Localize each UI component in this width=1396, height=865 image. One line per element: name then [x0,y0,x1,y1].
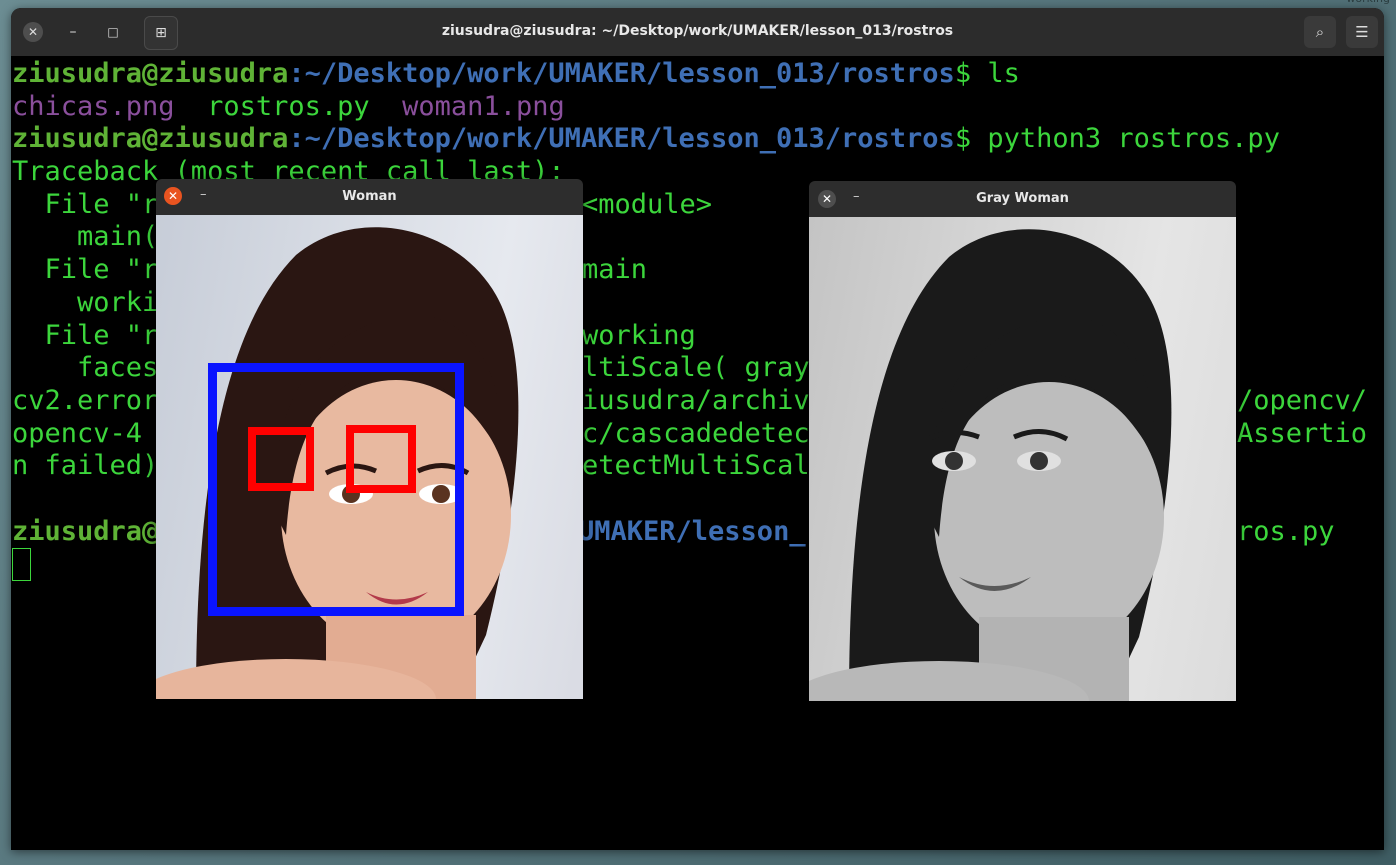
terminal-line: ziusudra@ziusudra:~/Desktop/work/UMAKER/… [12,123,1384,156]
woman-window[interactable]: ✕ – Woman [156,179,583,699]
output-fragment: cv2.error [12,384,159,416]
ls-file: chicas.png [12,90,175,122]
gray-woman-window[interactable]: ✕ – Gray Woman [809,181,1236,701]
output-fragment: <module> [582,188,713,220]
output-fragment: ltiScale( gray [582,352,810,384]
terminal-line: chicas.png rostros.py woman1.png [12,91,1384,124]
ls-file: woman1.png [402,90,565,122]
face-detection-box [208,363,464,616]
prompt-user: ziusudra@ziusudra [12,123,289,155]
output-fragment: ros.py [1237,515,1335,547]
output-fragment: iusudra/archiv [582,384,810,416]
woman-photo [156,215,583,699]
prompt-path: :~/Desktop/work/UMAKER/lesson_013/rostro… [288,123,955,155]
prompt-path: UMAKER/lesson_ [578,515,806,547]
output-fragment: File "r [12,319,159,351]
desktop-corner-label: working [1346,0,1390,5]
prompt-path: :~/Desktop/work/UMAKER/lesson_013/rostro… [288,58,955,89]
prompt-user: ziusudra@ [12,515,159,547]
eye-detection-box [248,427,314,491]
output-fragment: etectMultiScal [582,450,810,482]
output-fragment: File "r [12,188,159,220]
prompt-symbol: $ [954,123,972,155]
prompt-user: ziusudra@ziusudra [12,58,289,89]
hamburger-menu-icon[interactable]: ☰ [1346,16,1378,48]
terminal-cursor [12,548,31,582]
gray-woman-photo [809,217,1236,701]
search-icon[interactable]: ⌕ [1304,16,1336,48]
gray-portrait-graphic [809,229,1172,701]
output-fragment: File "r [12,254,159,286]
command-text: python3 rostros.py [971,123,1280,155]
output-fragment: c/cascadedetec [582,417,810,449]
window-title: Gray Woman [976,191,1069,206]
output-fragment: working [582,319,696,351]
ls-file: rostros.py [207,90,370,122]
terminal-line: ziusudra@ziusudra:~/Desktop/work/UMAKER/… [12,58,1384,91]
output-fragment: faces [12,352,159,384]
woman-titlebar[interactable]: ✕ – Woman [156,179,583,215]
gray-woman-titlebar[interactable]: ✕ – Gray Woman [809,181,1236,217]
window-title: Woman [342,189,397,204]
output-fragment: /opencv/ [1237,384,1368,416]
output-fragment: Assertio [1237,417,1368,449]
output-fragment: opencv-4 [12,417,143,449]
prompt-symbol: $ [954,58,972,89]
terminal-header-bar: ✕ – □ ⊞ ziusudra@ziusudra: ~/Desktop/wor… [11,8,1384,56]
output-fragment: main [582,254,648,286]
output-fragment: n failed) [12,450,159,482]
command-text: ls [971,58,1020,89]
eye-detection-box [346,425,416,493]
terminal-title: ziusudra@ziusudra: ~/Desktop/work/UMAKER… [441,23,954,39]
